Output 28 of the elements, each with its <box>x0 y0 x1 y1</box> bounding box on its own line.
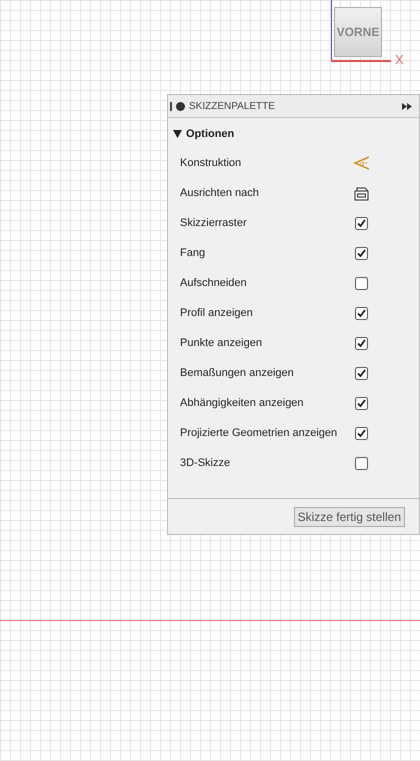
checkbox[interactable] <box>355 276 368 290</box>
option-label: Fang <box>180 247 206 259</box>
option-label: Konstruktion <box>180 157 242 169</box>
checkbox[interactable] <box>355 456 368 470</box>
option-label: Aufschneiden <box>180 277 247 289</box>
option-label: Skizzierraster <box>180 217 247 229</box>
checkbox[interactable] <box>355 216 368 230</box>
option-label: Projizierte Geometrien anzeigen <box>180 427 338 439</box>
axis-label: X <box>395 52 404 67</box>
collapse-icon[interactable] <box>176 102 185 110</box>
checkbox[interactable] <box>355 366 368 380</box>
x-axis-line <box>331 60 391 62</box>
checkbox[interactable] <box>355 426 368 440</box>
option-label: Bemaßungen anzeigen <box>180 367 294 379</box>
palette-title: SKIZZENPALETTE <box>189 100 276 112</box>
option-label: Ausrichten nach <box>180 187 259 199</box>
look-at-icon[interactable] <box>354 186 369 200</box>
option-label: Profil anzeigen <box>180 307 253 319</box>
expand-icon[interactable] <box>402 102 412 110</box>
checkbox[interactable] <box>355 396 368 410</box>
option-label: Punkte anzeigen <box>180 337 262 349</box>
option-label: 3D-Skizze <box>180 457 230 469</box>
checkbox[interactable] <box>355 306 368 320</box>
checkbox[interactable] <box>355 246 368 260</box>
checkbox[interactable] <box>355 336 368 350</box>
option-label: Abhängigkeiten anzeigen <box>180 397 304 409</box>
section-toggle[interactable]: Optionen <box>168 118 419 148</box>
finish-sketch-button[interactable]: Skizze fertig stellen <box>294 507 405 527</box>
